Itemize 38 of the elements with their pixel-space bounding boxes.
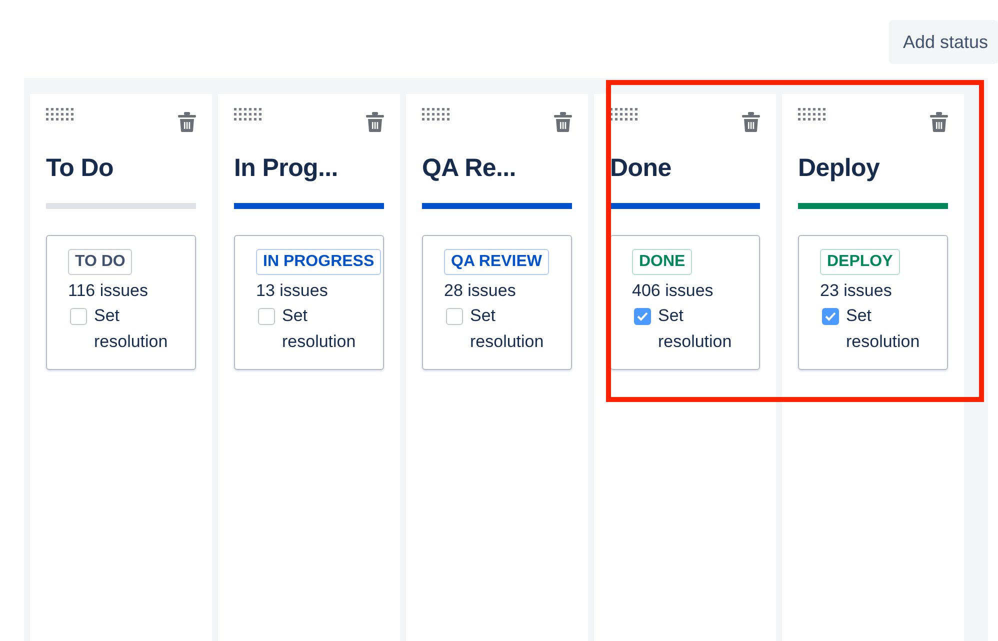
issue-count: 28 issues — [444, 281, 516, 301]
issue-count: 23 issues — [820, 281, 892, 301]
issue-count: 406 issues — [632, 281, 714, 301]
issue-count: 13 issues — [256, 281, 328, 301]
column-title: Done — [610, 154, 672, 183]
checkmark-icon — [637, 312, 648, 321]
trash-icon[interactable] — [742, 112, 760, 132]
resolution-label: Set resolution — [846, 305, 921, 353]
resolution-label: Set resolution — [658, 305, 733, 353]
column-title: Deploy — [798, 154, 881, 183]
column-title: To Do — [46, 154, 114, 183]
resolution-checkbox[interactable] — [258, 308, 275, 325]
trash-icon[interactable] — [554, 112, 572, 132]
resolution-checkbox[interactable] — [634, 308, 651, 325]
resolution-label: Set resolution — [470, 305, 545, 353]
issue-count: 116 issues — [68, 281, 148, 301]
status-lozenge: TO DO — [68, 249, 132, 275]
trash-icon[interactable] — [366, 112, 384, 132]
resolution-label: Set resolution — [94, 305, 169, 353]
column-title: QA Re... — [422, 154, 517, 183]
add-status-button[interactable]: Add status — [889, 20, 998, 64]
drag-handle-icon[interactable] — [610, 108, 638, 122]
resolution-checkbox[interactable] — [822, 308, 839, 325]
trash-icon[interactable] — [930, 112, 948, 132]
trash-icon[interactable] — [178, 112, 196, 132]
resolution-label: Set resolution — [282, 305, 357, 353]
drag-handle-icon[interactable] — [46, 108, 74, 122]
drag-handle-icon[interactable] — [422, 108, 450, 122]
status-lozenge: QA REVIEW — [444, 249, 549, 275]
column-title: In Prog... — [234, 154, 339, 183]
resolution-checkbox[interactable] — [446, 308, 463, 325]
resolution-checkbox[interactable] — [70, 308, 87, 325]
status-lozenge: DONE — [632, 249, 692, 275]
status-lozenge: DEPLOY — [820, 249, 900, 275]
drag-handle-icon[interactable] — [234, 108, 262, 122]
drag-handle-icon[interactable] — [798, 108, 826, 122]
status-lozenge: IN PROGRESS — [256, 249, 382, 275]
checkmark-icon — [825, 312, 836, 321]
